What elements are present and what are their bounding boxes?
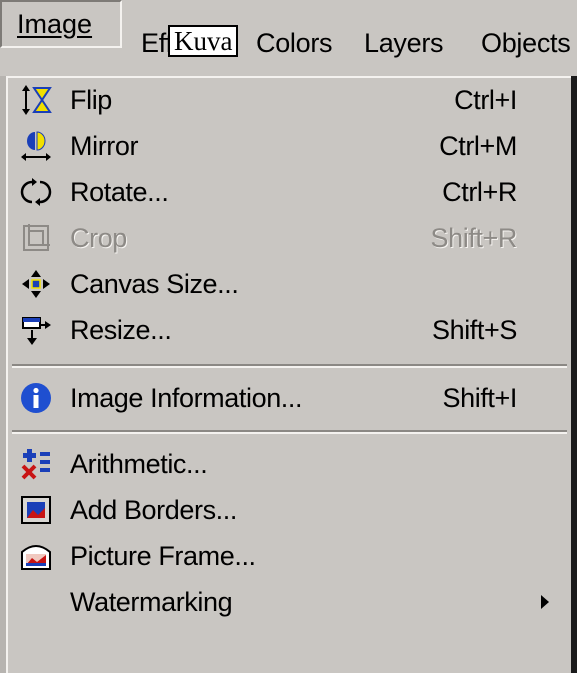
menu-item-mirror[interactable]: Mirror Ctrl+M [8,124,571,168]
menu-bar: Image Eff Kuva Colors Layers Objects [0,0,577,76]
menu-item-rotate[interactable]: Rotate... Ctrl+R [8,170,571,214]
menu-item-picture-frame[interactable]: Picture Frame... [8,534,571,578]
menu-item-image-information-label: Image Information... [70,383,303,413]
crop-icon [23,224,50,251]
menu-item-resize-shortcut: Shift+S [431,315,517,345]
menu-image[interactable]: Image [0,0,122,48]
menu-objects[interactable]: Objects [481,26,571,60]
menu-item-image-information[interactable]: Image Information... Shift+I [8,376,571,420]
menu-item-resize-label: Resize... [70,315,172,345]
menu-image-label: Image [17,9,93,39]
arithmetic-icon [21,449,50,480]
menu-separator [12,364,567,368]
rotate-icon [20,178,52,206]
menu-colors-label: Colors [256,28,333,58]
background-strip-right [571,76,577,673]
menu-item-crop-label: Crop [70,223,127,253]
menu-item-flip-shortcut: Ctrl+I [454,85,517,115]
menu-item-flip[interactable]: Flip Ctrl+I [8,78,571,122]
menu-item-image-information-shortcut: Shift+I [442,383,518,413]
menu-separator [12,430,567,434]
menu-item-add-borders-label: Add Borders... [70,495,237,525]
resize-icon [22,317,51,345]
flip-icon [22,85,52,115]
menu-item-arithmetic-label: Arithmetic... [70,449,208,479]
menu-item-arithmetic[interactable]: Arithmetic... [8,442,571,486]
menu-item-canvas-size[interactable]: Canvas Size... [8,262,571,306]
menu-layers-label: Layers [364,28,444,58]
menu-item-crop-shortcut: Shift+R [430,223,518,253]
menu-item-flip-label: Flip [70,85,112,115]
menu-item-watermarking-label: Watermarking [70,587,233,617]
submenu-arrow-icon [541,595,549,609]
menu-item-add-borders[interactable]: Add Borders... [8,488,571,532]
tooltip: Kuva [168,25,239,57]
menu-item-mirror-label: Mirror [70,131,139,161]
canvas-size-icon [22,270,50,298]
menu-item-rotate-label: Rotate... [70,177,169,207]
menu-item-watermarking[interactable]: Watermarking [8,580,571,624]
add-borders-icon [21,496,51,524]
menu-colors[interactable]: Colors [256,26,333,60]
picture-frame-icon [21,545,51,570]
menu-item-mirror-shortcut: Ctrl+M [439,131,517,161]
menu-item-crop: Crop Shift+R [8,216,571,260]
menu-objects-label: Objects [481,28,571,58]
image-dropdown-menu: Flip Ctrl+I Mirror Ctrl+M Rotate... Ctrl… [6,76,571,673]
mirror-icon [21,131,51,161]
menu-item-picture-frame-label: Picture Frame... [70,541,256,571]
menu-layers[interactable]: Layers [364,26,444,60]
menu-item-resize[interactable]: Resize... Shift+S [8,308,571,352]
menu-item-rotate-shortcut: Ctrl+R [442,177,517,207]
info-icon [21,383,51,413]
menu-item-canvas-size-label: Canvas Size... [70,269,239,299]
